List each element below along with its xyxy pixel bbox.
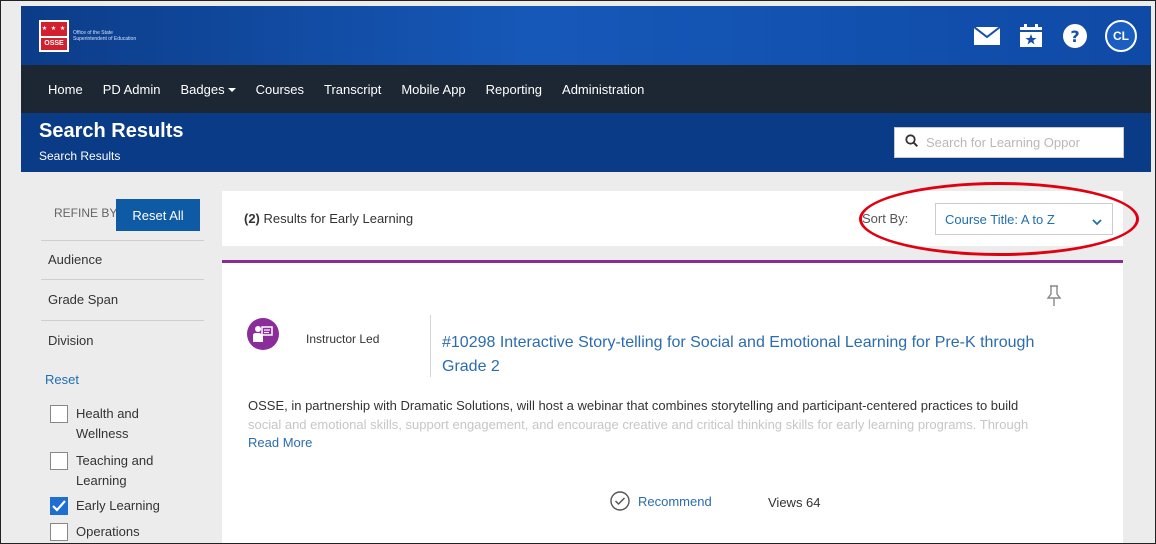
nav-pd-admin[interactable]: PD Admin: [103, 82, 161, 97]
facet-grade-span[interactable]: Grade Span: [48, 292, 118, 307]
calendar-icon[interactable]: [1017, 22, 1045, 50]
breadcrumb: Search Results: [39, 149, 121, 163]
option-operations[interactable]: Operations: [50, 522, 186, 542]
checkbox[interactable]: [50, 452, 68, 470]
option-label: Operations: [76, 524, 140, 539]
search-input[interactable]: [926, 135, 1116, 150]
mail-icon[interactable]: [973, 22, 1001, 50]
description-line-faded: social and emotional skills, support eng…: [248, 417, 1029, 432]
refine-by-label: REFINE BY: [54, 206, 118, 220]
nav-courses[interactable]: Courses: [256, 82, 304, 97]
screenshot-frame: ★ ★ ★ OSSE Office of the State Superinte…: [0, 0, 1156, 544]
facet-audience[interactable]: Audience: [48, 252, 102, 267]
svg-text:?: ?: [1070, 27, 1079, 46]
checkbox[interactable]: [50, 405, 68, 423]
check-circle-icon: [610, 491, 630, 511]
nav-badges[interactable]: Badges: [181, 82, 236, 97]
instructor-led-icon: [247, 318, 279, 350]
nav-badges-label: Badges: [180, 81, 225, 97]
option-label: Health and Wellness: [76, 406, 139, 441]
results-count: (2) Results for Early Learning: [244, 211, 413, 226]
course-title-link[interactable]: #10298 Interactive Story-telling for Soc…: [442, 331, 1082, 379]
divider: [41, 279, 204, 280]
checkbox[interactable]: [50, 523, 68, 541]
option-health-and-wellness[interactable]: Health and Wellness: [50, 404, 186, 444]
nav-administration[interactable]: Administration: [562, 82, 644, 97]
course-type: Instructor Led: [306, 332, 380, 346]
osse-logo-mark: ★ ★ ★ OSSE: [39, 20, 69, 52]
user-avatar[interactable]: CL: [1105, 20, 1137, 52]
top-header: ★ ★ ★ OSSE Office of the State Superinte…: [21, 6, 1151, 65]
page-header: Search Results Search Results: [21, 113, 1151, 172]
checkmark-icon: [52, 500, 66, 512]
checkbox-checked[interactable]: [50, 497, 68, 515]
facet-division[interactable]: Division: [48, 333, 94, 348]
pin-icon[interactable]: [1046, 285, 1062, 312]
views-count: Views 64: [768, 495, 821, 510]
divider: [430, 315, 431, 377]
search-box[interactable]: [894, 127, 1124, 158]
nav-home[interactable]: Home: [48, 82, 83, 97]
option-label: Early Learning: [76, 498, 160, 513]
nav-transcript[interactable]: Transcript: [324, 82, 381, 97]
recommend-button[interactable]: Recommend: [610, 491, 712, 511]
results-query: Results for Early Learning: [263, 211, 414, 226]
option-early-learning[interactable]: Early Learning: [50, 496, 186, 516]
read-more-link[interactable]: Read More: [248, 435, 312, 450]
option-teaching-and-learning[interactable]: Teaching and Learning: [50, 451, 186, 491]
main-nav: Home PD Admin Badges Courses Transcript …: [21, 65, 1151, 113]
description-line: OSSE, in partnership with Dramatic Solut…: [248, 398, 1019, 413]
divider: [41, 240, 204, 241]
header-actions: ? CL: [973, 20, 1137, 52]
division-reset-link[interactable]: Reset: [45, 372, 79, 387]
logo-text: Office of the State Superintendent of Ed…: [73, 30, 137, 42]
nav-reporting[interactable]: Reporting: [486, 82, 542, 97]
page-title: Search Results: [39, 120, 184, 142]
annotation-highlight: [859, 182, 1139, 256]
divider: [41, 320, 204, 321]
result-card: Instructor Led #10298 Interactive Story-…: [222, 263, 1123, 543]
recommend-label: Recommend: [638, 493, 712, 509]
search-icon: [905, 133, 919, 152]
help-icon[interactable]: ?: [1061, 22, 1089, 50]
refine-sidebar: REFINE BY Reset All Audience Grade Span …: [21, 172, 221, 543]
nav-mobile-app[interactable]: Mobile App: [401, 82, 465, 97]
reset-all-button[interactable]: Reset All: [116, 199, 200, 231]
course-description: OSSE, in partnership with Dramatic Solut…: [248, 396, 1110, 434]
osse-logo[interactable]: ★ ★ ★ OSSE Office of the State Superinte…: [39, 20, 143, 52]
count-number: (2): [244, 211, 260, 226]
caret-down-icon: [227, 88, 236, 93]
option-label: Teaching and Learning: [76, 453, 154, 488]
